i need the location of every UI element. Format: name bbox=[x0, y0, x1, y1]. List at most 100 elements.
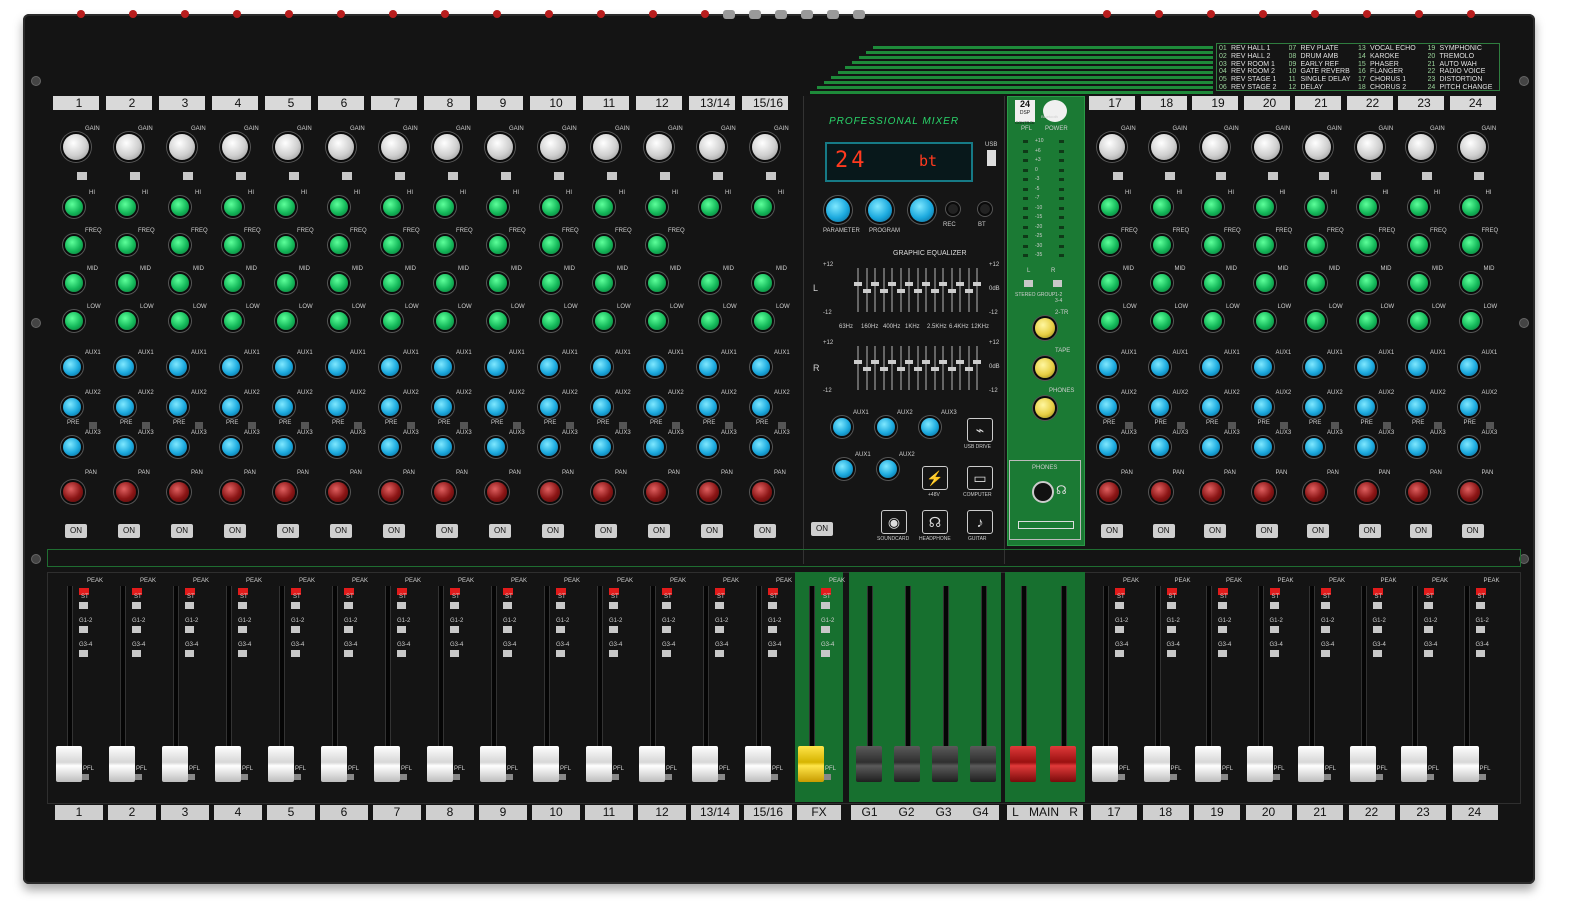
gain-knob-8[interactable] bbox=[434, 134, 460, 160]
pfl-button[interactable] bbox=[293, 774, 301, 780]
aux1-knob-1[interactable] bbox=[63, 358, 81, 376]
pad-button-10[interactable] bbox=[554, 172, 564, 180]
g12-button[interactable] bbox=[821, 626, 830, 633]
eq-hi-knob-5[interactable] bbox=[277, 198, 295, 216]
pre-button-21[interactable] bbox=[1331, 422, 1339, 429]
eq-freq-knob-24[interactable] bbox=[1461, 236, 1480, 254]
geq-slider[interactable] bbox=[913, 346, 922, 390]
g12-button[interactable] bbox=[450, 626, 459, 633]
eq-mid-knob-18[interactable] bbox=[1152, 274, 1171, 292]
geq-slider[interactable] bbox=[956, 268, 964, 312]
aux2-knob-15/16[interactable] bbox=[752, 398, 770, 416]
aux1-knob-8[interactable] bbox=[434, 358, 452, 376]
eq-hi-knob-1[interactable] bbox=[65, 198, 83, 216]
pfl-button[interactable] bbox=[1426, 774, 1434, 780]
pfl-button[interactable] bbox=[1117, 774, 1125, 780]
on-button-21[interactable]: ON bbox=[1307, 524, 1329, 538]
gain-knob-9[interactable] bbox=[487, 134, 513, 160]
g12-button[interactable] bbox=[1475, 626, 1485, 633]
st-button[interactable] bbox=[1218, 602, 1227, 609]
pre-button-19[interactable] bbox=[1228, 422, 1236, 429]
st-button[interactable] bbox=[79, 602, 88, 609]
aux3-knob-2[interactable] bbox=[116, 438, 134, 456]
pfl-button[interactable] bbox=[240, 774, 248, 780]
gain-knob-2[interactable] bbox=[116, 134, 142, 160]
aux2-knob-4[interactable] bbox=[222, 398, 240, 416]
pre-button-3[interactable] bbox=[195, 422, 203, 429]
pre-button-15/16[interactable] bbox=[778, 422, 786, 429]
geq-slider[interactable] bbox=[947, 346, 956, 390]
g34-button[interactable] bbox=[1321, 650, 1330, 657]
st-button[interactable] bbox=[556, 602, 565, 609]
eq-hi-knob-21[interactable] bbox=[1307, 198, 1325, 216]
aux1-knob-22[interactable] bbox=[1356, 358, 1375, 376]
aux2-knob-24[interactable] bbox=[1459, 398, 1478, 416]
pre-button-10[interactable] bbox=[566, 422, 574, 429]
g34-button[interactable] bbox=[291, 650, 300, 657]
geq-slider[interactable] bbox=[913, 268, 922, 312]
fader-8[interactable] bbox=[427, 746, 453, 782]
pre-button-8[interactable] bbox=[460, 422, 468, 429]
eq-low-knob-2[interactable] bbox=[118, 312, 136, 330]
fx-send-knob-AUX1[interactable] bbox=[833, 418, 851, 436]
eq-low-knob-3[interactable] bbox=[171, 312, 189, 330]
fx-return-knob-AUX1[interactable] bbox=[835, 460, 853, 478]
eq-hi-knob-24[interactable] bbox=[1461, 198, 1480, 216]
geq-slider[interactable] bbox=[964, 268, 973, 312]
g12-button[interactable] bbox=[291, 626, 300, 633]
geq-slider[interactable] bbox=[905, 268, 913, 312]
gain-knob-23[interactable] bbox=[1408, 134, 1434, 160]
fader-4[interactable] bbox=[215, 746, 241, 782]
gain-knob-11[interactable] bbox=[593, 134, 619, 160]
eq-hi-knob-20[interactable] bbox=[1255, 198, 1274, 216]
eq-low-knob-4[interactable] bbox=[224, 312, 242, 330]
geq-slider[interactable] bbox=[947, 268, 956, 312]
g34-button[interactable] bbox=[556, 650, 565, 657]
geq-slider[interactable] bbox=[930, 268, 939, 312]
eq-mid-knob-13/14[interactable] bbox=[701, 274, 719, 292]
g34-button[interactable] bbox=[79, 650, 88, 657]
parameter-knob[interactable] bbox=[826, 198, 850, 222]
gain-knob-3[interactable] bbox=[169, 134, 195, 160]
fader-group-2[interactable] bbox=[894, 746, 920, 782]
pad-button-23[interactable] bbox=[1422, 172, 1432, 180]
g12-button[interactable] bbox=[1115, 626, 1124, 633]
eq-mid-knob-15/16[interactable] bbox=[754, 274, 772, 292]
g12-button[interactable] bbox=[556, 626, 565, 633]
eq-freq-knob-17[interactable] bbox=[1101, 236, 1119, 254]
g12-button[interactable] bbox=[768, 626, 777, 633]
geq-slider[interactable] bbox=[854, 268, 862, 312]
aux1-knob-23[interactable] bbox=[1408, 358, 1426, 376]
g12-button[interactable] bbox=[1269, 626, 1279, 633]
on-button-9[interactable]: ON bbox=[489, 524, 511, 538]
aux1-knob-2[interactable] bbox=[116, 358, 134, 376]
pre-button-5[interactable] bbox=[301, 422, 309, 429]
eq-low-knob-15/16[interactable] bbox=[754, 312, 772, 330]
st-button[interactable] bbox=[185, 602, 194, 609]
g34-button[interactable] bbox=[1475, 650, 1485, 657]
fader-19[interactable] bbox=[1195, 746, 1221, 782]
aux2-knob-8[interactable] bbox=[434, 398, 452, 416]
aux3-knob-9[interactable] bbox=[487, 438, 505, 456]
gain-knob-6[interactable] bbox=[328, 134, 354, 160]
pad-button-4[interactable] bbox=[236, 172, 246, 180]
aux2-knob-5[interactable] bbox=[275, 398, 293, 416]
on-button-17[interactable]: ON bbox=[1101, 524, 1123, 538]
pad-button-3[interactable] bbox=[183, 172, 193, 180]
aux2-knob-17[interactable] bbox=[1099, 398, 1117, 416]
eq-freq-knob-20[interactable] bbox=[1255, 236, 1274, 254]
eq-low-knob-17[interactable] bbox=[1101, 312, 1119, 330]
g34-button[interactable] bbox=[1372, 650, 1382, 657]
eq-hi-knob-9[interactable] bbox=[489, 198, 507, 216]
g12-button[interactable] bbox=[185, 626, 194, 633]
eq-mid-knob-17[interactable] bbox=[1101, 274, 1119, 292]
g34-button[interactable] bbox=[344, 650, 353, 657]
eq-mid-knob-4[interactable] bbox=[224, 274, 242, 292]
aux3-knob-19[interactable] bbox=[1202, 438, 1220, 456]
bt-button[interactable] bbox=[980, 204, 990, 214]
usb-port[interactable] bbox=[987, 150, 996, 166]
on-button-22[interactable]: ON bbox=[1358, 524, 1381, 538]
aux2-knob-22[interactable] bbox=[1356, 398, 1375, 416]
aux1-knob-11[interactable] bbox=[593, 358, 611, 376]
stereo-group-button[interactable] bbox=[1024, 280, 1033, 287]
